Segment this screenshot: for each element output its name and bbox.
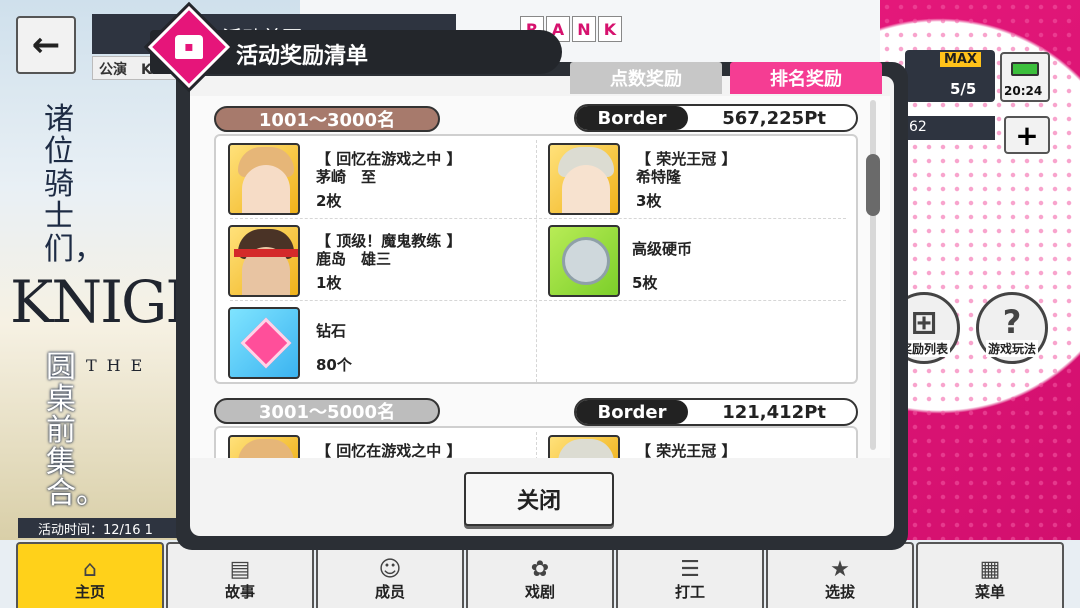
reward-name: 希特隆 [636,168,682,186]
how-to-play-button[interactable]: ? 游戏玩法 [976,292,1048,364]
border-label: Border [576,400,688,424]
reward-item[interactable]: 【 荣光王冠 】 [536,428,852,458]
nav-menu[interactable]: ▦ 菜单 [916,542,1064,608]
add-currency-button[interactable]: + [1004,116,1050,154]
card-hair [558,439,614,458]
reward-qty: 5枚 [632,274,658,292]
treasure-chest-icon: ▪ [175,35,203,59]
reward-name: 茅崎 至 [316,168,377,186]
nav-theater[interactable]: ✿ 戏剧 [466,542,614,608]
stamina-max-label: MAX [940,52,982,67]
rank-letter: N [572,16,596,42]
question-icon: ? [1002,303,1022,341]
tab-ranking-rewards[interactable]: 排名奖励 [730,62,882,94]
nav-label: 主页 [74,583,105,601]
bottom-nav: ⌂ 主页 ▤ 故事 ☺ 成员 ✿ 戏剧 ☰ 打工 ★ 选拔 ▦ 菜单 [16,542,1064,608]
book-icon: ▤ [229,557,251,582]
reward-name: 高级硬币 [632,240,693,258]
reward-name: 鹿岛 雄三 [316,250,392,268]
reward-name: 钻石 [316,322,347,340]
diamond-icon [240,317,292,369]
reward-title: 【 荣光王冠 】 [636,442,737,458]
close-button[interactable]: 关闭 [464,472,614,526]
event-poem-top: 诸位骑士们， [44,102,104,267]
scrollbar-track[interactable] [870,100,876,450]
tier-reward-box: 【 回忆在游戏之中 】 茅崎 至 2枚 【 荣光王冠 】 希特隆 3枚 【 顶级… [214,134,858,384]
coin-icon [562,237,610,285]
nav-label: 成员 [374,583,405,601]
border-value: 567,225Pt [722,107,826,129]
border-value: 121,412Pt [722,401,826,423]
reward-item[interactable]: 【 回忆在游戏之中 】 茅崎 至 2枚 [216,136,532,218]
reward-qty: 2枚 [316,192,342,210]
reward-item[interactable]: 【 顶级！魔鬼教练 】 鹿岛 雄三 1枚 [216,218,532,300]
gift-icon: ⊞ [910,303,938,341]
nav-home[interactable]: ⌂ 主页 [16,542,164,608]
character-card-thumbnail [228,435,300,458]
reward-qty: 80个 [316,356,352,374]
nav-work[interactable]: ☰ 打工 [616,542,764,608]
card-face [242,165,290,213]
nav-story[interactable]: ▤ 故事 [166,542,314,608]
tier-range-label: 3001～5000名 [214,398,440,424]
stamina-value: 5/5 [950,80,977,98]
character-card-thumbnail [228,143,300,215]
plus-icon: + [1015,118,1039,152]
premium-coin-thumbnail [548,225,620,297]
arrow-left-icon: ← [31,25,61,65]
home-icon: ⌂ [83,557,97,582]
reward-item[interactable]: 钻石 80个 [216,300,532,382]
rank-letter: K [598,16,622,42]
nav-members[interactable]: ☺ 成员 [316,542,464,608]
headband [234,249,298,257]
event-time: 活动时间：12/16 1 [18,518,198,538]
nav-label: 菜单 [974,583,1005,601]
reward-title: 【 回忆在游戏之中 】 [316,442,462,458]
battery-icon [1011,62,1039,76]
theater-icon: ✿ [530,557,550,582]
diamond-thumbnail [228,307,300,379]
reward-item[interactable]: 高级硬币 5枚 [536,218,852,300]
character-card-thumbnail [548,435,620,458]
nav-label: 选拔 [824,583,855,601]
members-icon: ☺ [378,557,402,582]
back-button[interactable]: ← [16,16,76,74]
event-logo-sub: THE [86,356,153,375]
menu-grid-icon: ▦ [979,557,1001,582]
tier-range-label: 1001～3000名 [214,106,440,132]
character-card-thumbnail [228,225,300,297]
card-hair [238,439,294,458]
nav-audition[interactable]: ★ 选拔 [766,542,914,608]
scrollbar-thumb[interactable] [866,154,880,216]
border-label: Border [576,106,688,130]
star-icon: ★ [830,557,850,582]
character-card-thumbnail [548,143,620,215]
clock-time: 20:24 [1004,84,1043,98]
reward-qty: 1枚 [316,274,342,292]
tier-reward-box: 【 回忆在游戏之中 】 【 荣光王冠 】 [214,426,858,458]
event-poem-bottom: 圆桌前集合。 [46,350,106,511]
card-face [562,165,610,213]
nav-label: 戏剧 [524,583,555,601]
tier-border: Border 567,225Pt [574,104,858,132]
reward-item[interactable]: 【 回忆在游戏之中 】 [216,428,532,458]
nav-label: 打工 [674,583,705,601]
how-to-play-label: 游戏玩法 [985,340,1038,357]
nav-label: 故事 [224,583,255,601]
tab-point-rewards[interactable]: 点数奖励 [570,62,722,94]
reward-qty: 3枚 [636,192,662,210]
coin-counter: 62 [905,116,995,140]
work-icon: ☰ [680,557,700,582]
reward-item[interactable]: 【 荣光王冠 】 希特隆 3枚 [536,136,852,218]
tier-border: Border 121,412Pt [574,398,858,426]
